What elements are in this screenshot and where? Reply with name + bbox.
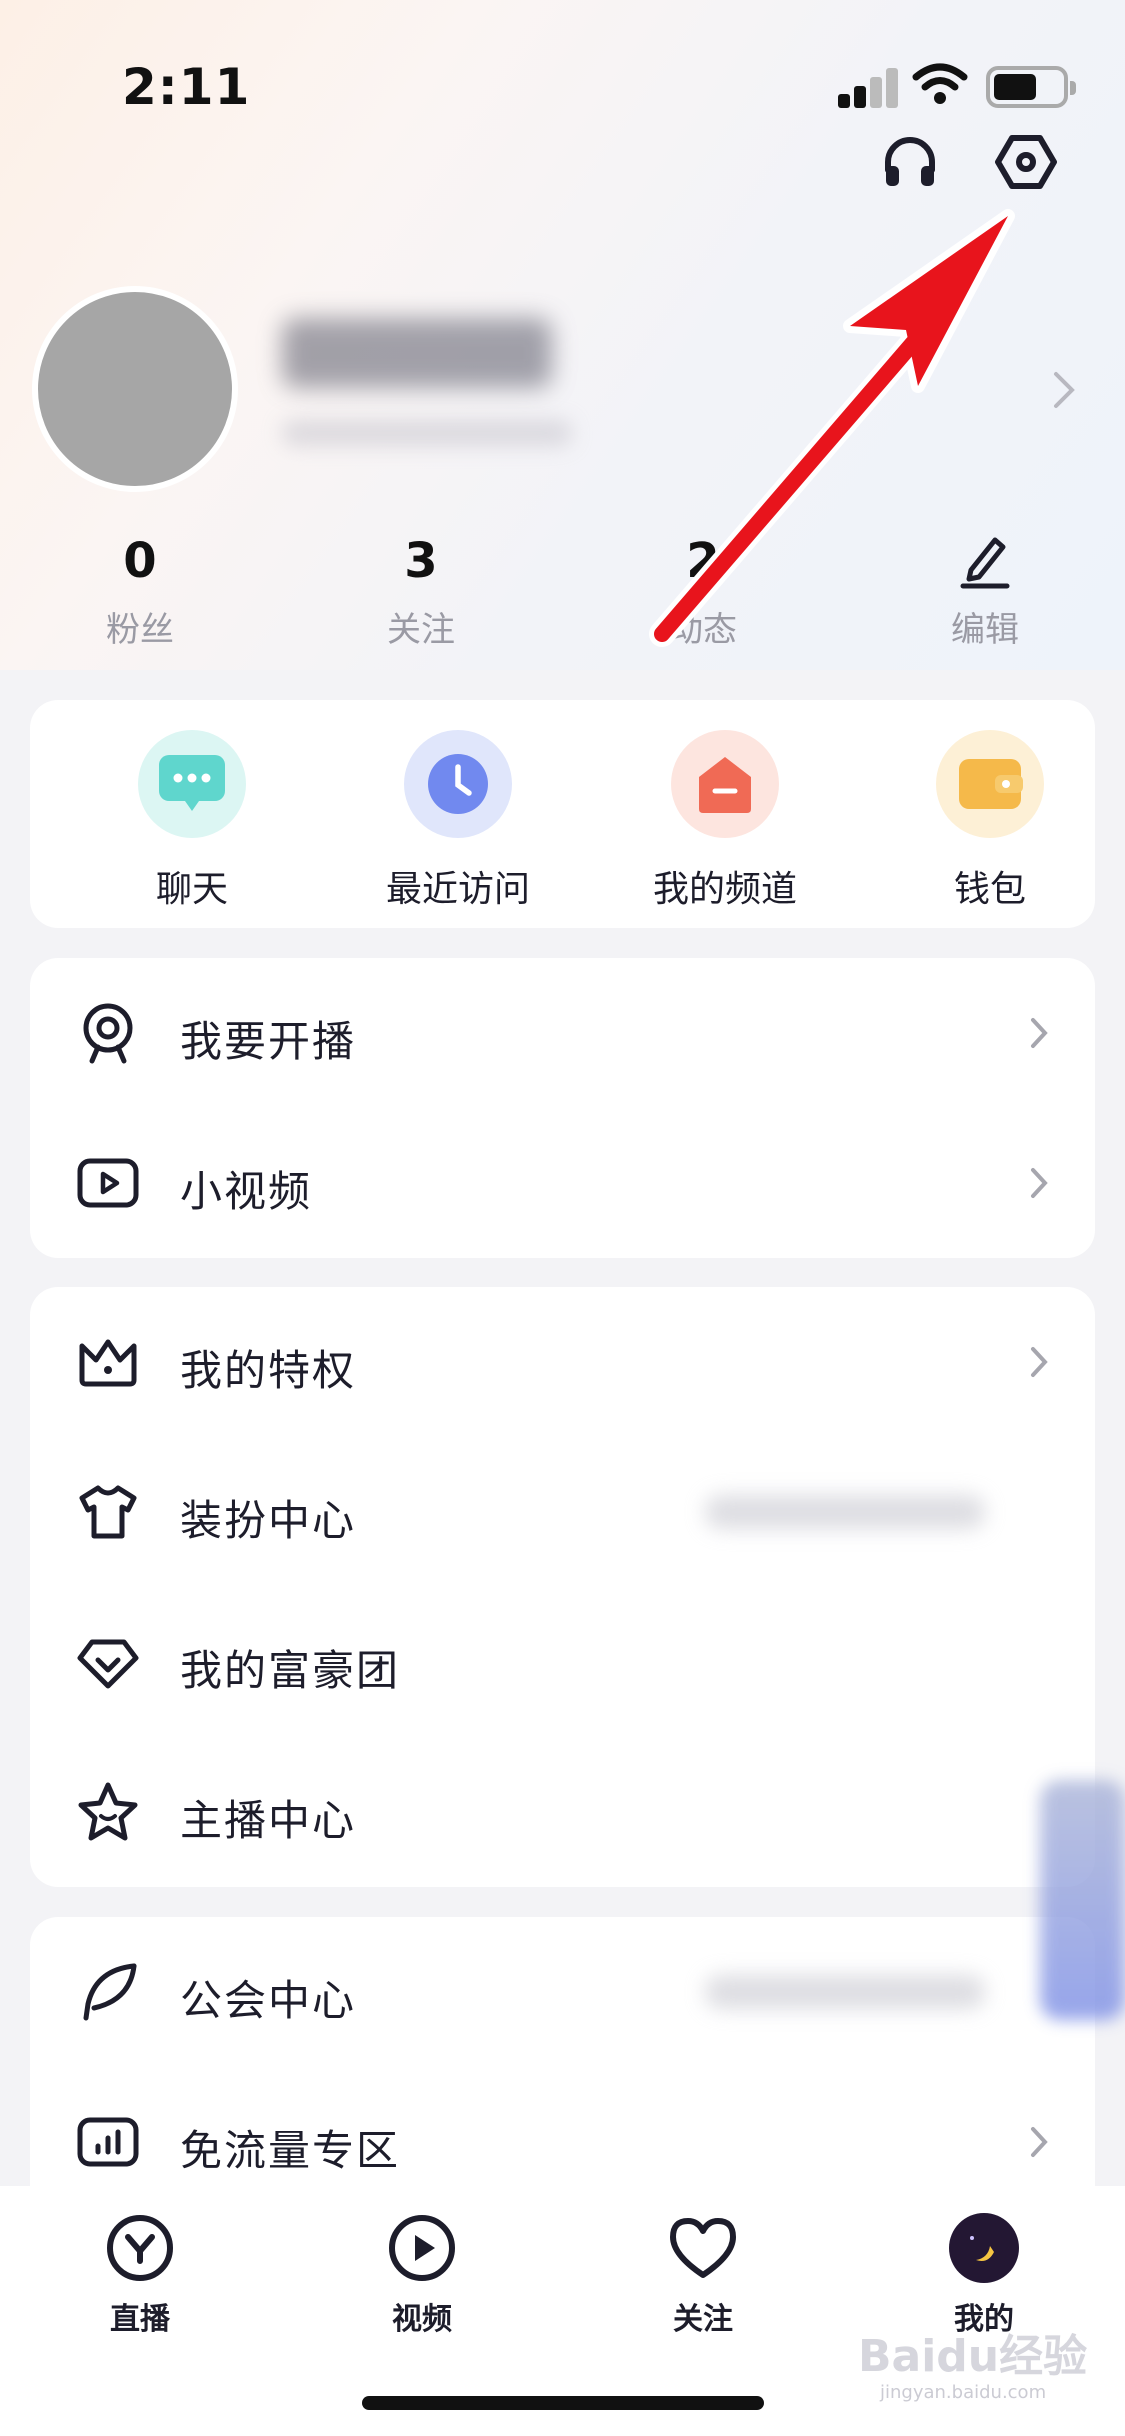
channel-house-icon [671, 730, 779, 838]
tab-video[interactable]: 视频 [322, 2212, 522, 2338]
stat-following-value: 3 [404, 533, 438, 589]
stat-posts-label: 动态 [669, 610, 737, 650]
menu-group-privileges: 我的特权 装扮中心 我的富豪团 主播中心 [30, 1287, 1095, 1887]
headphones-icon[interactable] [870, 122, 950, 202]
stat-fans-value: 0 [123, 533, 157, 589]
guild-value-blurred [705, 1975, 985, 2009]
edit-label: 编辑 [951, 610, 1019, 650]
clock-icon [404, 730, 512, 838]
chevron-right-icon [1029, 1345, 1049, 1383]
tab-label: 视频 [392, 2302, 452, 2337]
menu-label: 我要开播 [180, 1017, 357, 1066]
tab-live[interactable]: 直播 [40, 2212, 240, 2338]
stat-following-label: 关注 [387, 610, 455, 650]
settings-hexagon-icon[interactable] [986, 122, 1066, 202]
tab-label: 直播 [110, 2302, 170, 2337]
star-icon [76, 1780, 140, 1844]
dress-up-value-blurred [705, 1495, 985, 1529]
tab-label: 关注 [673, 2302, 733, 2337]
chat-bubble-icon [138, 730, 246, 838]
battery-icon [986, 66, 1076, 108]
watermark-logo: Baidu经验 [858, 2331, 1088, 2382]
cellular-signal-icon [838, 66, 900, 108]
home-indicator [362, 2396, 764, 2410]
tshirt-icon [76, 1480, 140, 1544]
stat-posts-value: 2 [686, 533, 720, 589]
live-y-icon [104, 2212, 176, 2284]
stat-fans-label: 粉丝 [106, 610, 174, 650]
menu-group-guild: 公会中心 免流量专区 [30, 1917, 1095, 2217]
menu-label: 免流量专区 [180, 2126, 401, 2175]
quick-action-chat[interactable]: 聊天 [77, 730, 307, 912]
wallet-icon [936, 730, 1044, 838]
menu-label: 装扮中心 [180, 1496, 357, 1545]
menu-row-rich-club[interactable]: 我的富豪团 [30, 1587, 1095, 1737]
data-chart-icon [76, 2110, 140, 2174]
diamond-icon [76, 1630, 140, 1694]
floating-widget-blurred[interactable] [1040, 1780, 1125, 2020]
stat-posts[interactable]: 2 动态 [603, 530, 803, 651]
username-blurred[interactable] [282, 318, 552, 388]
status-time: 2:11 [122, 58, 251, 116]
avatar-moon-icon [948, 2212, 1020, 2284]
quick-action-recent[interactable]: 最近访问 [343, 730, 573, 912]
profile-chevron-right-icon[interactable] [1052, 370, 1076, 414]
menu-row-short-video[interactable]: 小视频 [30, 1108, 1095, 1258]
avatar[interactable] [32, 286, 238, 492]
watermark-url: jingyan.baidu.com [880, 2382, 1047, 2403]
quick-action-wallet[interactable]: 钱包 [875, 730, 1105, 912]
chevron-right-icon [1029, 2125, 1049, 2163]
quick-actions-card: 聊天 最近访问 我的频道 钱包 [30, 700, 1095, 928]
stat-fans[interactable]: 0 粉丝 [40, 530, 240, 651]
menu-label: 主播中心 [180, 1796, 357, 1845]
menu-group-live: 我要开播 小视频 [30, 958, 1095, 1258]
quick-action-label: 我的频道 [652, 869, 797, 910]
crown-icon [76, 1330, 140, 1394]
edit-profile-button[interactable]: 编辑 [885, 530, 1085, 651]
quick-action-label: 最近访问 [385, 869, 530, 910]
user-id-blurred [282, 420, 572, 446]
stat-following[interactable]: 3 关注 [321, 530, 521, 651]
quick-action-label: 钱包 [953, 869, 1026, 910]
quick-action-channel[interactable]: 我的频道 [610, 730, 840, 912]
menu-label: 公会中心 [180, 1976, 357, 2025]
feather-icon [76, 1960, 140, 2024]
menu-label: 我的特权 [180, 1346, 357, 1395]
pencil-icon [885, 530, 1085, 592]
webcam-icon [76, 1001, 140, 1065]
menu-label: 小视频 [180, 1167, 313, 1216]
menu-row-guild-center[interactable]: 公会中心 [30, 1917, 1095, 2067]
status-bar: 2:11 [0, 0, 1125, 150]
menu-row-start-live[interactable]: 我要开播 [30, 958, 1095, 1108]
heart-icon [667, 2212, 739, 2284]
menu-row-dress-up[interactable]: 装扮中心 [30, 1437, 1095, 1587]
menu-label: 我的富豪团 [180, 1646, 401, 1695]
video-icon [386, 2212, 458, 2284]
menu-row-privileges[interactable]: 我的特权 [30, 1287, 1095, 1437]
video-play-icon [76, 1151, 140, 1215]
tab-follow[interactable]: 关注 [603, 2212, 803, 2338]
wifi-icon [912, 62, 968, 110]
menu-row-anchor-center[interactable]: 主播中心 [30, 1737, 1095, 1887]
chevron-right-icon [1029, 1166, 1049, 1204]
quick-action-label: 聊天 [155, 869, 228, 910]
chevron-right-icon [1029, 1016, 1049, 1054]
